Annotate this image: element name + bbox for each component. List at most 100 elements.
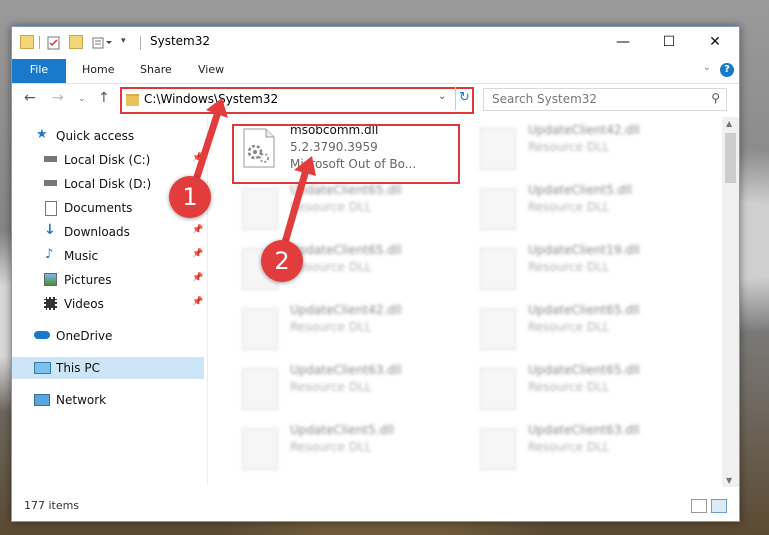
sidebar-item-pictures[interactable]: Pictures 📌 — [12, 269, 204, 291]
documents-icon — [45, 201, 57, 216]
tab-share[interactable]: Share — [140, 59, 172, 83]
music-icon: ♪ — [45, 247, 54, 262]
file-item[interactable]: UpdateClient42.dll Resource DLL — [230, 299, 460, 355]
file-name: UpdateClient65.dll — [528, 303, 640, 317]
up-arrow-icon[interactable]: ↑ — [98, 90, 110, 106]
drive-icon — [44, 180, 57, 186]
dll-file-icon — [242, 428, 278, 470]
file-name: UpdateClient5.dll — [290, 423, 394, 437]
network-icon — [34, 394, 50, 406]
dll-file-icon — [242, 188, 278, 230]
dll-file-icon — [480, 128, 516, 170]
dll-file-icon — [480, 428, 516, 470]
scrollbar-thumb[interactable] — [725, 133, 736, 183]
sidebar-item-videos[interactable]: Videos 📌 — [12, 293, 204, 315]
chevron-down-icon[interactable]: ⌄ — [438, 91, 446, 102]
ribbon-tabs: File Home Share View ⌄ ? — [12, 59, 739, 84]
sidebar-item-label: Network — [56, 393, 107, 407]
customize-toolbar-icon[interactable] — [92, 35, 112, 49]
file-item[interactable]: UpdateClient5.dll Resource DLL — [468, 179, 698, 235]
file-item[interactable]: UpdateClient65.dll Resource DLL — [468, 359, 698, 415]
cloud-icon — [34, 331, 50, 339]
pin-icon[interactable]: 📌 — [192, 273, 203, 283]
refresh-icon[interactable]: ↻ — [455, 87, 473, 110]
file-item[interactable]: UpdateClient63.dll Resource DLL — [230, 359, 460, 415]
sidebar-item-onedrive[interactable]: OneDrive — [12, 325, 204, 347]
file-description: Resource DLL — [528, 140, 610, 154]
search-icon[interactable]: ⚲ — [711, 91, 720, 105]
search-input[interactable]: Search System32 ⚲ — [483, 88, 727, 111]
download-icon: ↓ — [44, 222, 56, 238]
pin-icon[interactable]: 📌 — [192, 249, 203, 259]
address-path[interactable]: C:\Windows\System32 — [144, 92, 278, 106]
file-item[interactable]: UpdateClient42.dll Resource DLL — [468, 119, 698, 175]
file-description: Resource DLL — [528, 380, 610, 394]
sidebar-item-label: Local Disk (D:) — [64, 177, 152, 191]
file-description: Resource DLL — [290, 200, 372, 214]
sidebar-item-label: Quick access — [56, 129, 135, 143]
file-item[interactable]: UpdateClient5.dll Resource DLL — [230, 419, 460, 475]
properties-icon[interactable] — [47, 35, 61, 50]
new-folder-icon[interactable] — [69, 35, 83, 49]
scroll-up-icon[interactable]: ▲ — [726, 119, 732, 128]
details-view-icon[interactable] — [691, 499, 707, 513]
title-bar: ▾ System32 — ☐ ✕ — [12, 27, 739, 59]
tab-file[interactable]: File — [12, 59, 66, 83]
sidebar-item-label: OneDrive — [56, 329, 113, 343]
minimize-button[interactable]: — — [600, 27, 646, 57]
file-name: UpdateClient42.dll — [528, 123, 640, 137]
scroll-down-icon[interactable]: ▼ — [726, 476, 732, 485]
file-name: UpdateClient5.dll — [528, 183, 632, 197]
tab-view[interactable]: View — [198, 59, 224, 83]
file-name: UpdateClient65.dll — [290, 183, 402, 197]
file-item[interactable]: UpdateClient63.dll Resource DLL — [468, 419, 698, 475]
file-item[interactable]: UpdateClient19.dll Resource DLL — [468, 239, 698, 295]
forward-arrow-icon[interactable]: → — [52, 90, 64, 106]
tiles-view-icon[interactable] — [711, 499, 727, 513]
dll-file-icon — [480, 188, 516, 230]
file-description: Resource DLL — [528, 320, 610, 334]
file-description: Resource DLL — [290, 380, 372, 394]
dll-file-icon — [480, 368, 516, 410]
help-icon[interactable]: ? — [720, 63, 734, 77]
file-item[interactable]: UpdateClient65.dll Resource DLL — [230, 179, 460, 235]
item-count: 177 items — [24, 499, 80, 512]
navigation-pane: ★ Quick access Local Disk (C:) 📌 Local D… — [12, 121, 204, 487]
sidebar-item-local-disk-c[interactable]: Local Disk (C:) 📌 — [12, 149, 204, 171]
sidebar-item-network[interactable]: Network — [12, 389, 204, 411]
dll-file-icon — [480, 308, 516, 350]
search-placeholder: Search System32 — [492, 92, 598, 106]
star-icon: ★ — [36, 127, 48, 142]
vertical-scrollbar[interactable]: ▲ ▼ — [722, 117, 739, 487]
folder-icon — [126, 94, 139, 106]
file-description: Resource DLL — [528, 260, 610, 274]
sidebar-item-label: This PC — [56, 361, 100, 375]
pin-icon[interactable]: 📌 — [192, 297, 203, 307]
file-description: Resource DLL — [528, 440, 610, 454]
sidebar-item-this-pc[interactable]: This PC — [12, 357, 204, 379]
folder-icon[interactable] — [20, 35, 34, 49]
dll-file-icon — [242, 308, 278, 350]
pin-icon[interactable]: 📌 — [192, 153, 203, 163]
close-button[interactable]: ✕ — [692, 27, 738, 57]
file-name: UpdateClient65.dll — [528, 363, 640, 377]
address-bar[interactable]: C:\Windows\System32 ⌄ ↻ — [120, 87, 474, 114]
recent-locations-icon[interactable]: ⌄ — [78, 94, 86, 104]
dll-file-icon — [242, 368, 278, 410]
sidebar-item-downloads[interactable]: ↓ Downloads 📌 — [12, 221, 204, 243]
file-description: Resource DLL — [290, 320, 372, 334]
dll-file-icon — [480, 248, 516, 290]
sidebar-item-quick-access[interactable]: ★ Quick access — [12, 125, 204, 147]
file-item[interactable]: UpdateClient65.dll Resource DLL — [468, 299, 698, 355]
sidebar-item-music[interactable]: ♪ Music 📌 — [12, 245, 204, 267]
toolbar-divider — [39, 36, 40, 49]
sidebar-item-label: Music — [64, 249, 99, 263]
chevron-down-icon[interactable]: ▾ — [121, 36, 126, 46]
tab-home[interactable]: Home — [82, 59, 114, 83]
file-name: UpdateClient19.dll — [528, 243, 640, 257]
expand-ribbon-icon[interactable]: ⌄ — [703, 62, 711, 73]
pin-icon[interactable]: 📌 — [192, 225, 203, 235]
file-description: Resource DLL — [290, 440, 372, 454]
maximize-button[interactable]: ☐ — [646, 27, 692, 57]
back-arrow-icon[interactable]: ← — [24, 90, 36, 106]
